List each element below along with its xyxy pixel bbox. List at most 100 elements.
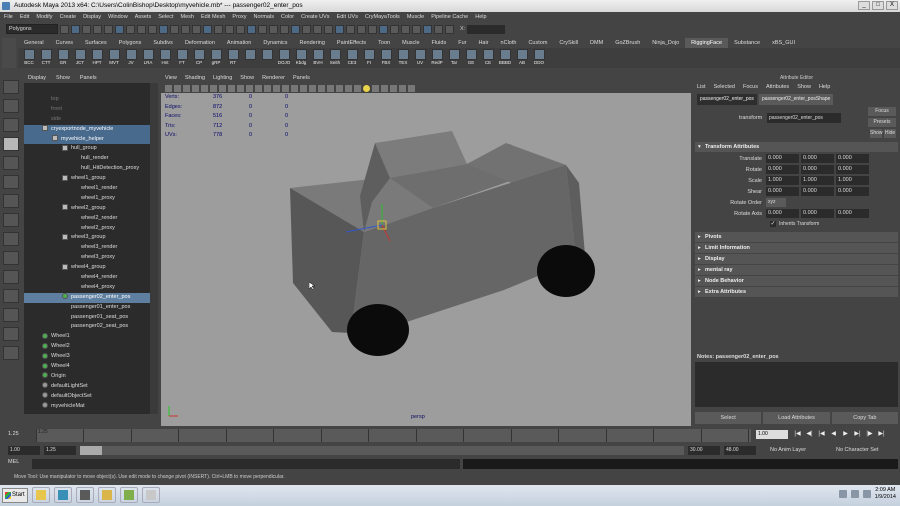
status-tool-icon[interactable] [247, 24, 256, 34]
transform-attributes-section[interactable]: Transform Attributes [695, 142, 898, 152]
viewport-tool-icon[interactable] [345, 84, 352, 92]
shelf-tab-fluids[interactable]: Fluids [426, 38, 453, 48]
section-extra-attributes[interactable]: Extra Attributes [695, 287, 898, 297]
attr-field[interactable]: 0.000 [766, 187, 799, 196]
status-tool-icon[interactable] [423, 24, 432, 34]
range-handle[interactable] [80, 446, 102, 455]
status-tool-icon[interactable] [159, 24, 168, 34]
maximize-button[interactable]: □ [872, 1, 884, 10]
shelf-button[interactable]: CE [481, 48, 495, 68]
playback-start-field[interactable]: 1.25 [44, 446, 76, 455]
menu-edit-uvs[interactable]: Edit UVs [337, 12, 358, 22]
step-forward-frame-icon[interactable]: ▶| [853, 430, 862, 439]
ae-menu-help[interactable]: Help [819, 82, 830, 92]
status-tool-icon[interactable] [71, 24, 80, 34]
menu-normals[interactable]: Normals [253, 12, 273, 22]
close-button[interactable]: X [886, 1, 898, 10]
outliner-item[interactable]: wheel4_render [24, 273, 158, 283]
status-tool-icon[interactable] [214, 24, 223, 34]
perspective-viewport[interactable]: View Shading Lighting Show Renderer Panels Ve… [161, 74, 691, 426]
outliner-item[interactable]: side [24, 115, 158, 125]
taskbar-app[interactable] [32, 487, 50, 503]
status-tool-icon[interactable] [258, 24, 267, 34]
shelf-button[interactable]: GE [464, 48, 478, 68]
show-button[interactable]: Show [870, 129, 883, 138]
status-tool-icon[interactable] [93, 24, 102, 34]
outliner-item[interactable]: passenger02_seat_pos [24, 322, 158, 332]
layout-four-icon[interactable] [3, 251, 19, 265]
menu-window[interactable]: Window [108, 12, 128, 22]
viewport-menu-view[interactable]: View [165, 74, 177, 83]
status-tool-icon[interactable] [390, 24, 399, 34]
ae-tab-1[interactable]: passenger02_enter_posShape [758, 94, 834, 105]
shelf-side-buttons[interactable] [2, 38, 16, 68]
shelf-button[interactable]: TEX [396, 48, 410, 68]
play-forward-icon[interactable]: ▶ [841, 430, 850, 439]
shelf-button[interactable]: LRA [141, 48, 155, 68]
menu-edit-mesh[interactable]: Edit Mesh [201, 12, 225, 22]
paint-select-icon[interactable] [3, 118, 19, 132]
shelf-button[interactable]: FI [362, 48, 376, 68]
shelf-button[interactable]: CP [192, 48, 206, 68]
shelf-tab-cryskill[interactable]: CrySkill [553, 38, 584, 48]
attr-field[interactable]: 0.000 [766, 165, 799, 174]
menu-set-selector[interactable]: Polygons [6, 24, 58, 34]
outliner-menu-panels[interactable]: Panels [80, 74, 97, 83]
outliner-item[interactable]: wheel2_group [24, 204, 158, 214]
outliner-item[interactable]: passenger02_enter_pos [24, 292, 158, 303]
viewport-tool-icon[interactable] [201, 84, 208, 92]
shelf-tab-substance[interactable]: Substance [728, 38, 766, 48]
clock[interactable]: 2:09 AM 1/9/2014 [875, 487, 896, 501]
taskbar-app[interactable] [76, 487, 94, 503]
shelf-tab-curves[interactable]: Curves [50, 38, 79, 48]
viewport-tool-icon[interactable] [309, 84, 316, 92]
attr-field[interactable]: 0.000 [766, 154, 799, 163]
section-limit-information[interactable]: Limit Information [695, 243, 898, 253]
status-tool-icon[interactable] [357, 24, 366, 34]
shelf-tab-surfaces[interactable]: Surfaces [79, 38, 113, 48]
shelf-tab-xbs-gui[interactable]: xBS_GUI [766, 38, 801, 48]
attr-field[interactable]: 1.000 [766, 176, 799, 185]
menu-modify[interactable]: Modify [36, 12, 52, 22]
outliner-item[interactable]: hull_group [24, 144, 158, 154]
step-back-frame-icon[interactable]: |◀ [817, 430, 826, 439]
shelf-tab-deformation[interactable]: Deformation [179, 38, 221, 48]
select-tool-icon[interactable] [3, 80, 19, 94]
command-input[interactable] [32, 459, 460, 469]
load-attributes-button[interactable]: Load Attributes [763, 412, 830, 424]
outliner-item[interactable]: wheel2_proxy [24, 224, 158, 234]
status-tool-icon[interactable] [82, 24, 91, 34]
shelf-tab-toon[interactable]: Toon [372, 38, 396, 48]
taskbar-app[interactable] [120, 487, 138, 503]
section-mental-ray[interactable]: mental ray [695, 265, 898, 275]
status-tool-icon[interactable] [412, 24, 421, 34]
play-backward-icon[interactable]: ◀ [829, 430, 838, 439]
status-tool-icon[interactable] [269, 24, 278, 34]
copy-tab-button[interactable]: Copy Tab [831, 412, 898, 424]
shelf-button[interactable]: CE3 [345, 48, 359, 68]
range-bar[interactable] [80, 446, 684, 455]
viewport-tool-icon[interactable] [291, 84, 298, 92]
outliner-item[interactable]: wheel3_group [24, 233, 158, 243]
attr-field[interactable]: 0.000 [836, 165, 869, 174]
rotate-order-dropdown[interactable]: xyz [766, 198, 786, 207]
shelf-button[interactable]: Kbdg [294, 48, 308, 68]
outliner-item[interactable]: Wheel4 [24, 362, 158, 372]
step-forward-key-icon[interactable]: |▶ [865, 430, 874, 439]
viewport-menu-renderer[interactable]: Renderer [262, 74, 285, 83]
status-tool-icon[interactable] [203, 24, 212, 34]
shelf-tab-painteffects[interactable]: PaintEffects [331, 38, 372, 48]
outliner-item[interactable]: wheel3_render [24, 243, 158, 253]
shelf-button[interactable]: FBX [379, 48, 393, 68]
viewport-tool-icon[interactable] [210, 84, 217, 92]
viewport-tool-icon[interactable] [219, 84, 226, 92]
viewport-tool-icon[interactable] [183, 84, 190, 92]
outliner-item[interactable]: wheel3_proxy [24, 253, 158, 263]
shelf-button[interactable] [260, 48, 274, 68]
outliner-menu-display[interactable]: Display [28, 74, 46, 83]
start-button[interactable]: Start [2, 488, 28, 503]
layout-persp-outliner-icon[interactable] [3, 270, 19, 284]
shelf-tab-muscle[interactable]: Muscle [396, 38, 425, 48]
layout-hypershade-icon[interactable] [3, 308, 19, 322]
menu-select[interactable]: Select [158, 12, 173, 22]
